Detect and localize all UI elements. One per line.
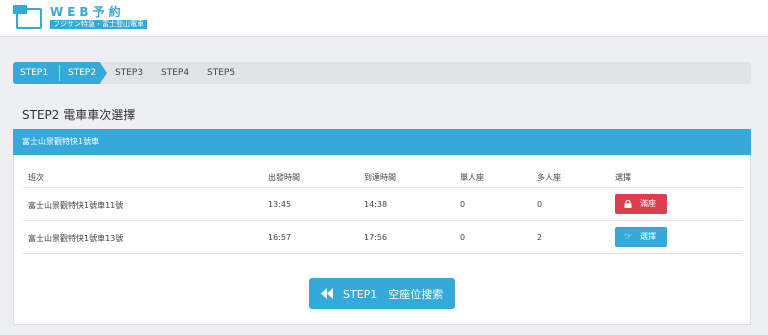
top-bar: WEB予約 フジサン特急・富士登山電車 xyxy=(0,0,768,37)
select-button-label: 選擇 xyxy=(640,232,656,241)
back-to-step1-button[interactable]: STEP1 空座位搜索 xyxy=(309,278,455,309)
column-header-arrive: 到達時間 xyxy=(364,173,396,182)
column-header-multi: 多人座 xyxy=(537,173,561,182)
web-reservation-logo[interactable]: WEB予約 フジサン特急・富士登山電車 xyxy=(13,5,147,31)
single-seats: 0 xyxy=(460,200,466,209)
panel-title: 富士山景觀特快1號車 xyxy=(13,129,751,155)
depart-time: 16:57 xyxy=(268,233,292,242)
double-chevron-left-icon xyxy=(321,288,333,299)
pointing-hand-icon: ☞ xyxy=(624,232,633,242)
step-progress-bar: STEP1 STEP2 STEP3 STEP4 STEP5 xyxy=(13,62,751,84)
arrive-time: 17:56 xyxy=(364,233,388,242)
column-header-train: 班次 xyxy=(28,173,44,182)
table-header-row: 班次 出發時間 到達時間 單人座 多人座 選擇 xyxy=(23,166,742,188)
train-name: 富士山景觀特快1號車13號 xyxy=(28,234,124,243)
column-header-depart: 出發時間 xyxy=(268,173,300,182)
depart-time: 13:45 xyxy=(268,200,292,209)
logo-tag-icon xyxy=(13,5,27,14)
step-5: STEP5 xyxy=(207,68,236,78)
table-row: 富士山景觀特快1號車13號 16:57 17:56 0 2 ☞ 選擇 xyxy=(23,221,742,254)
arrive-time: 14:38 xyxy=(364,200,388,209)
multi-seats: 0 xyxy=(537,200,543,209)
table-row: 富士山景觀特快1號車11號 13:45 14:38 0 0 滿座 xyxy=(23,188,742,221)
train-name: 富士山景觀特快1號車11號 xyxy=(28,201,124,210)
logo-subtitle: フジサン特急・富士登山電車 xyxy=(50,20,147,29)
step-2: STEP2 xyxy=(61,62,107,84)
full-button[interactable]: 滿座 xyxy=(615,194,667,214)
full-button-label: 滿座 xyxy=(640,199,656,208)
lock-icon xyxy=(624,200,632,208)
single-seats: 0 xyxy=(460,233,466,242)
step-3: STEP3 xyxy=(115,68,144,78)
step-1[interactable]: STEP1 xyxy=(13,62,61,84)
step-4: STEP4 xyxy=(161,68,190,78)
train-table: 班次 出發時間 到達時間 單人座 多人座 選擇 富士山景觀特快1號車11號 13… xyxy=(23,166,742,254)
page-title: STEP2 電車車次選擇 xyxy=(22,108,136,122)
multi-seats: 2 xyxy=(537,233,543,242)
column-header-select: 選擇 xyxy=(615,173,631,182)
logo-title: WEB予約 xyxy=(50,5,125,19)
train-selection-panel: 富士山景觀特快1號車 班次 出發時間 到達時間 單人座 多人座 選擇 富士山景觀… xyxy=(13,129,751,325)
column-header-single: 單人座 xyxy=(460,173,484,182)
select-button[interactable]: ☞ 選擇 xyxy=(615,227,667,247)
back-button-label: STEP1 空座位搜索 xyxy=(343,288,444,301)
